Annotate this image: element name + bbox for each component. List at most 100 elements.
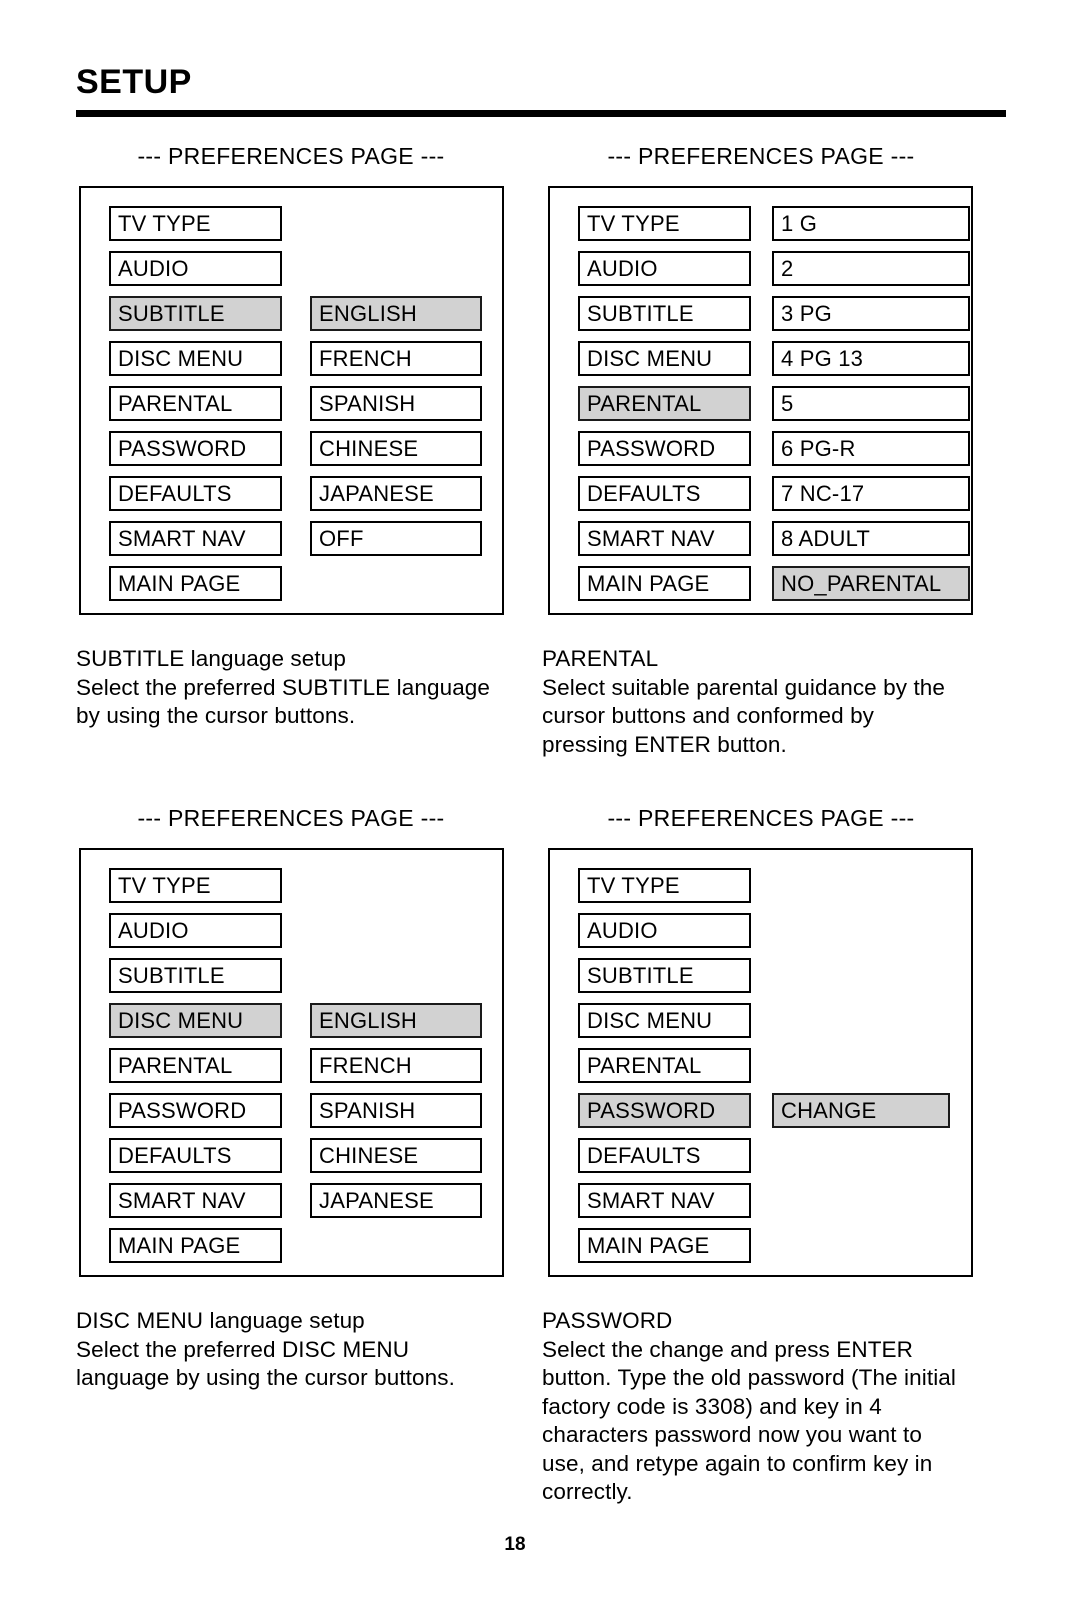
osd-item-parental[interactable]: PARENTAL bbox=[109, 1048, 282, 1083]
osd-item-defaults[interactable]: DEFAULTS bbox=[109, 476, 282, 511]
osd-left-column-password: TV TYPE AUDIO SUBTITLE DISC MENU PARENTAL PAS… bbox=[578, 868, 751, 1273]
osd-value-2[interactable]: 2 bbox=[772, 251, 970, 286]
caption-line: language by using the cursor buttons. bbox=[76, 1365, 455, 1390]
osd-item-parental[interactable]: PARENTAL bbox=[109, 386, 282, 421]
caption-line: Select the preferred SUBTITLE language bbox=[76, 674, 491, 700]
osd-item-tv-type[interactable]: TV TYPE bbox=[578, 206, 751, 241]
osd-value-chinese[interactable]: CHINESE bbox=[310, 1138, 482, 1173]
osd-value-change[interactable]: CHANGE bbox=[772, 1093, 950, 1128]
osd-value-7-nc-17[interactable]: 7 NC-17 bbox=[772, 476, 970, 511]
osd-item-subtitle[interactable]: SUBTITLE bbox=[109, 296, 282, 331]
osd-value-japanese[interactable]: JAPANESE bbox=[310, 476, 482, 511]
osd-row: CHINESE bbox=[310, 431, 482, 476]
osd-item-smart-nav[interactable]: SMART NAV bbox=[578, 1183, 751, 1218]
caption-heading: PASSWORD bbox=[542, 1308, 673, 1333]
osd-row: PASSWORD bbox=[578, 1093, 751, 1138]
osd-value-1-g[interactable]: 1 G bbox=[772, 206, 970, 241]
osd-value-5[interactable]: 5 bbox=[772, 386, 970, 421]
osd-row: SUBTITLE bbox=[109, 958, 282, 1003]
osd-item-main-page[interactable]: MAIN PAGE bbox=[109, 1228, 282, 1263]
osd-row: PARENTAL bbox=[109, 386, 282, 431]
osd-value-3-pg[interactable]: 3 PG bbox=[772, 296, 970, 331]
osd-item-password[interactable]: PASSWORD bbox=[109, 1093, 282, 1128]
osd-item-smart-nav[interactable]: SMART NAV bbox=[109, 1183, 282, 1218]
osd-row: OFF bbox=[310, 521, 482, 566]
osd-item-audio[interactable]: AUDIO bbox=[578, 251, 751, 286]
osd-item-subtitle[interactable]: SUBTITLE bbox=[578, 958, 751, 993]
osd-left-column-disc-menu: TV TYPE AUDIO SUBTITLE DISC MENU PARENTAL PAS… bbox=[109, 868, 282, 1273]
caption-line: cursor buttons and conformed by bbox=[542, 703, 875, 728]
osd-value-english[interactable]: ENGLISH bbox=[310, 1003, 482, 1038]
osd-item-tv-type[interactable]: TV TYPE bbox=[109, 206, 282, 241]
osd-row: 6 PG-R bbox=[772, 431, 970, 476]
osd-row: PASSWORD bbox=[109, 431, 282, 476]
osd-item-password[interactable]: PASSWORD bbox=[109, 431, 282, 466]
osd-row: DISC MENU bbox=[109, 341, 282, 386]
osd-row: JAPANESE bbox=[310, 1183, 482, 1228]
osd-item-parental[interactable]: PARENTAL bbox=[578, 386, 751, 421]
osd-value-spanish[interactable]: SPANISH bbox=[310, 386, 482, 421]
osd-value-off[interactable]: OFF bbox=[310, 521, 482, 556]
osd-value-french[interactable]: FRENCH bbox=[310, 1048, 482, 1083]
osd-row: MAIN PAGE bbox=[578, 566, 751, 611]
caption-line: use, and retype again to confirm key in bbox=[542, 1450, 933, 1476]
osd-item-disc-menu[interactable]: DISC MENU bbox=[109, 1003, 282, 1038]
osd-item-defaults[interactable]: DEFAULTS bbox=[578, 476, 751, 511]
osd-row: CHANGE bbox=[772, 1093, 950, 1138]
osd-left-column-parental: TV TYPE AUDIO SUBTITLE DISC MENU PARENTAL PAS… bbox=[578, 206, 751, 611]
osd-item-audio[interactable]: AUDIO bbox=[109, 913, 282, 948]
osd-item-disc-menu[interactable]: DISC MENU bbox=[578, 1003, 751, 1038]
osd-value-8-adult[interactable]: 8 ADULT bbox=[772, 521, 970, 556]
osd-row: AUDIO bbox=[109, 251, 282, 296]
osd-item-smart-nav[interactable]: SMART NAV bbox=[578, 521, 751, 556]
osd-row: FRENCH bbox=[310, 341, 482, 386]
osd-value-no-parental[interactable]: NO_PARENTAL bbox=[772, 566, 970, 601]
caption-line: correctly. bbox=[542, 1479, 633, 1504]
osd-value-chinese[interactable]: CHINESE bbox=[310, 431, 482, 466]
osd-row: CHINESE bbox=[310, 1138, 482, 1183]
caption-line: button. Type the old password (The initi… bbox=[542, 1365, 957, 1390]
osd-right-column-password: CHANGE bbox=[772, 1093, 950, 1138]
caption-password: PASSWORD Select the change and press ENT… bbox=[542, 1307, 1012, 1507]
osd-row: AUDIO bbox=[109, 913, 282, 958]
osd-value-french[interactable]: FRENCH bbox=[310, 341, 482, 376]
panel-header-disc-menu: --- PREFERENCES PAGE --- bbox=[137, 805, 445, 831]
osd-item-defaults[interactable]: DEFAULTS bbox=[578, 1138, 751, 1173]
osd-value-japanese[interactable]: JAPANESE bbox=[310, 1183, 482, 1218]
osd-item-subtitle[interactable]: SUBTITLE bbox=[109, 958, 282, 993]
osd-value-english[interactable]: ENGLISH bbox=[310, 296, 482, 331]
osd-row: TV TYPE bbox=[578, 206, 751, 251]
osd-item-main-page[interactable]: MAIN PAGE bbox=[578, 566, 751, 601]
osd-item-main-page[interactable]: MAIN PAGE bbox=[109, 566, 282, 601]
osd-row: DEFAULTS bbox=[578, 476, 751, 521]
osd-item-tv-type[interactable]: TV TYPE bbox=[109, 868, 282, 903]
osd-row: SUBTITLE bbox=[578, 296, 751, 341]
osd-item-subtitle[interactable]: SUBTITLE bbox=[578, 296, 751, 331]
osd-value-spanish[interactable]: SPANISH bbox=[310, 1093, 482, 1128]
osd-item-audio[interactable]: AUDIO bbox=[109, 251, 282, 286]
page-title: SETUP bbox=[76, 63, 192, 101]
osd-item-smart-nav[interactable]: SMART NAV bbox=[109, 521, 282, 556]
osd-panel-disc-menu: TV TYPE AUDIO SUBTITLE DISC MENU PARENTAL PAS… bbox=[79, 848, 504, 1277]
osd-item-disc-menu[interactable]: DISC MENU bbox=[109, 341, 282, 376]
osd-row: TV TYPE bbox=[578, 868, 751, 913]
osd-row: ENGLISH bbox=[310, 1003, 482, 1048]
osd-item-password[interactable]: PASSWORD bbox=[578, 1093, 751, 1128]
osd-item-defaults[interactable]: DEFAULTS bbox=[109, 1138, 282, 1173]
osd-row: FRENCH bbox=[310, 1048, 482, 1093]
osd-item-password[interactable]: PASSWORD bbox=[578, 431, 751, 466]
osd-value-4-pg-13[interactable]: 4 PG 13 bbox=[772, 341, 970, 376]
osd-row: SPANISH bbox=[310, 386, 482, 431]
osd-row: PARENTAL bbox=[578, 1048, 751, 1093]
osd-item-tv-type[interactable]: TV TYPE bbox=[578, 868, 751, 903]
osd-row: NO_PARENTAL bbox=[772, 566, 970, 611]
osd-item-disc-menu[interactable]: DISC MENU bbox=[578, 341, 751, 376]
osd-item-main-page[interactable]: MAIN PAGE bbox=[578, 1228, 751, 1263]
osd-panel-subtitle: TV TYPE AUDIO SUBTITLE DISC MENU PARENTAL PAS… bbox=[79, 186, 504, 615]
osd-row: MAIN PAGE bbox=[109, 1228, 282, 1273]
osd-value-6-pg-r[interactable]: 6 PG-R bbox=[772, 431, 970, 466]
osd-item-parental[interactable]: PARENTAL bbox=[578, 1048, 751, 1083]
osd-row: AUDIO bbox=[578, 913, 751, 958]
osd-item-audio[interactable]: AUDIO bbox=[578, 913, 751, 948]
osd-row: ENGLISH bbox=[310, 296, 482, 341]
